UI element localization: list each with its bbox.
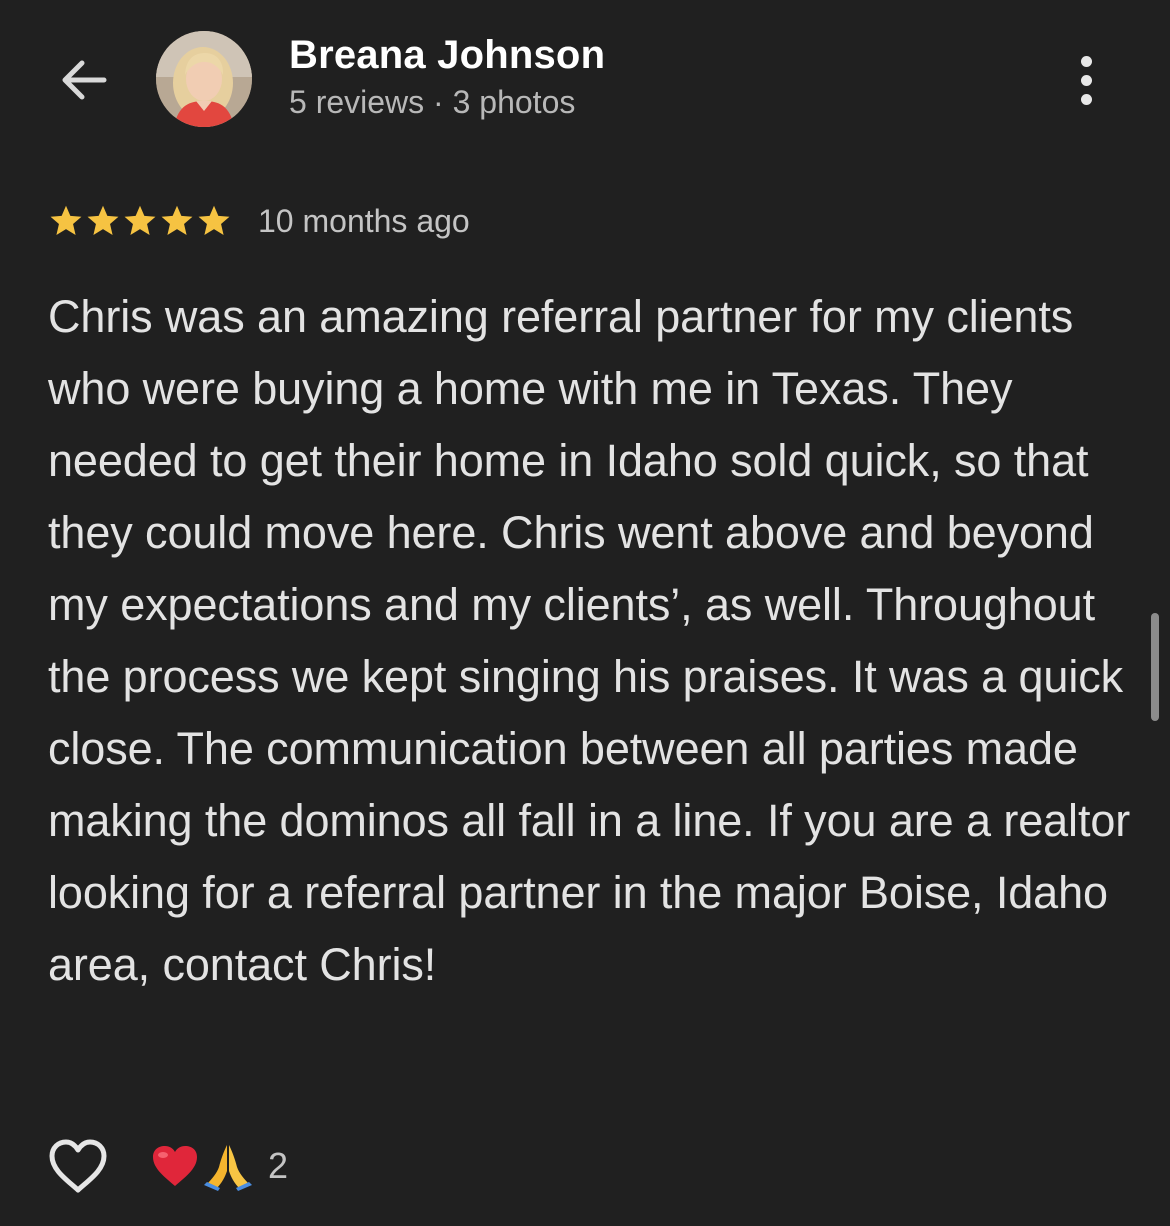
star-rating [48,203,232,239]
star-icon [87,205,119,235]
more-options-button[interactable] [1060,48,1112,112]
author-meta: 5 reviews · 3 photos [289,84,576,120]
heart-outline-icon [49,1139,107,1193]
more-vertical-icon [1080,55,1092,67]
review-time: 10 months ago [258,202,470,239]
reaction-count: 2 [268,1145,289,1186]
scrollbar[interactable] [1151,613,1159,721]
reactions-summary[interactable]: 2 [150,1141,288,1191]
author-name[interactable]: Breana Johnson [289,33,605,78]
back-button[interactable] [52,50,116,110]
star-icon [198,205,230,235]
like-button[interactable] [46,1134,110,1198]
review-text: Chris was an amazing referral partner fo… [48,291,1131,990]
red-heart-icon [153,1146,197,1186]
review-actions: 2 [46,1134,288,1198]
arrow-left-icon [62,60,107,100]
star-icon [50,205,82,235]
review-header: Breana Johnson 5 reviews · 3 photos [0,0,1170,150]
more-vertical-icon-dot [1080,93,1092,105]
star-icon [161,205,193,235]
avatar-photo [156,31,252,127]
rating-row: 10 months ago [48,196,470,246]
praying-hands-icon [204,1145,252,1191]
more-vertical-icon-dot [1080,74,1092,86]
star-icon [124,205,156,235]
avatar[interactable] [156,31,252,127]
